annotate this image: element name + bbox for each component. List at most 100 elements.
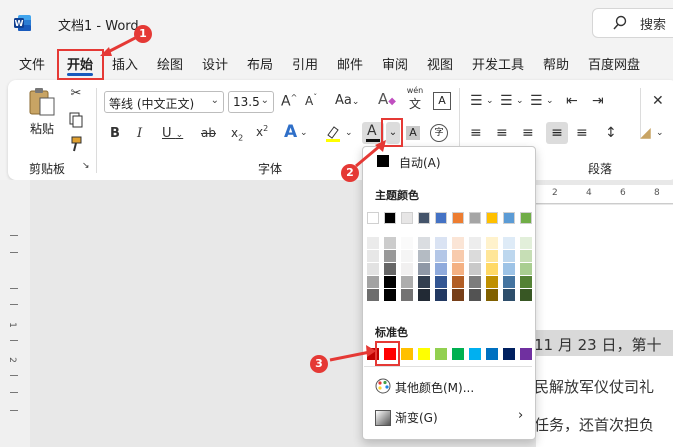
theme-color-swatch[interactable]: [367, 212, 379, 224]
theme-shade-swatch[interactable]: [469, 250, 481, 262]
tab-review[interactable]: 审阅: [382, 54, 408, 73]
theme-shade-swatch[interactable]: [384, 289, 396, 301]
theme-shade-swatch[interactable]: [486, 263, 498, 275]
distributed-icon[interactable]: ≡: [576, 125, 588, 141]
multilevel-list-icon[interactable]: ☰: [530, 93, 543, 109]
char-border-icon[interactable]: A: [433, 92, 451, 110]
theme-shade-swatch[interactable]: [520, 250, 532, 262]
theme-shade-swatch[interactable]: [503, 289, 515, 301]
theme-shade-swatch[interactable]: [503, 263, 515, 275]
standard-color-swatch[interactable]: [418, 348, 430, 360]
auto-color-option[interactable]: 自动(A): [399, 154, 441, 171]
theme-shade-swatch[interactable]: [469, 289, 481, 301]
theme-color-swatch[interactable]: [384, 212, 396, 224]
tab-references[interactable]: 引用: [292, 54, 318, 73]
theme-shade-swatch[interactable]: [401, 237, 413, 249]
theme-shade-swatch[interactable]: [401, 276, 413, 288]
italic-icon[interactable]: I: [137, 126, 142, 141]
theme-shade-swatch[interactable]: [435, 250, 447, 262]
char-shading-icon[interactable]: A: [406, 126, 420, 140]
highlighter-icon[interactable]: [324, 124, 342, 142]
document-page[interactable]: [536, 205, 673, 447]
theme-color-swatch[interactable]: [452, 212, 464, 224]
theme-shade-swatch[interactable]: [401, 250, 413, 262]
theme-shade-swatch[interactable]: [367, 289, 379, 301]
theme-shade-swatch[interactable]: [452, 263, 464, 275]
cut-icon[interactable]: ✂: [68, 86, 84, 101]
theme-shade-swatch[interactable]: [452, 250, 464, 262]
chevron-down-icon[interactable]: ⌄: [656, 128, 664, 138]
chinese-layout-icon[interactable]: ✕: [652, 93, 664, 109]
tab-mailings[interactable]: 邮件: [337, 54, 363, 73]
line-spacing-icon[interactable]: ↕: [605, 125, 617, 141]
standard-color-swatch[interactable]: [503, 348, 515, 360]
paste-icon[interactable]: [26, 86, 58, 118]
theme-shade-swatch[interactable]: [469, 263, 481, 275]
theme-shade-swatch[interactable]: [401, 263, 413, 275]
theme-color-swatch[interactable]: [486, 212, 498, 224]
chevron-down-icon[interactable]: ⌄: [345, 128, 353, 138]
theme-shade-swatch[interactable]: [503, 276, 515, 288]
tab-design[interactable]: 设计: [202, 54, 228, 73]
theme-shade-swatch[interactable]: [503, 237, 515, 249]
shading-icon[interactable]: ◢: [640, 125, 651, 141]
theme-shade-swatch[interactable]: [435, 237, 447, 249]
chevron-down-icon[interactable]: ⌄: [546, 96, 554, 106]
grow-font-icon[interactable]: A^: [281, 93, 297, 110]
enclose-char-icon[interactable]: 字: [430, 124, 448, 142]
numbering-icon[interactable]: ☰: [500, 93, 513, 109]
theme-shade-swatch[interactable]: [401, 289, 413, 301]
standard-color-swatch[interactable]: [435, 348, 447, 360]
align-left-icon[interactable]: ≡: [470, 125, 482, 141]
standard-color-swatch[interactable]: [520, 348, 532, 360]
theme-shade-swatch[interactable]: [418, 276, 430, 288]
theme-shade-swatch[interactable]: [520, 237, 532, 249]
theme-color-swatch[interactable]: [503, 212, 515, 224]
clipboard-launcher-icon[interactable]: ↘: [82, 161, 90, 171]
tab-layout[interactable]: 布局: [247, 54, 273, 73]
theme-shade-swatch[interactable]: [452, 237, 464, 249]
font-size-dropdown[interactable]: 13.5 ⌄: [228, 91, 274, 113]
theme-shade-swatch[interactable]: [384, 276, 396, 288]
theme-shade-swatch[interactable]: [384, 237, 396, 249]
tab-help[interactable]: 帮助: [543, 54, 569, 73]
tab-developer[interactable]: 开发工具: [472, 54, 524, 73]
align-right-icon[interactable]: ≡: [522, 125, 534, 141]
theme-color-swatch[interactable]: [418, 212, 430, 224]
standard-color-swatch[interactable]: [452, 348, 464, 360]
theme-shade-swatch[interactable]: [418, 250, 430, 262]
text-effects-icon[interactable]: A: [284, 122, 297, 142]
subscript-icon[interactable]: x2: [231, 126, 243, 142]
chevron-down-icon[interactable]: ⌄: [486, 96, 494, 106]
theme-shade-swatch[interactable]: [486, 250, 498, 262]
shrink-font-icon[interactable]: Aˇ: [305, 93, 317, 108]
tab-file[interactable]: 文件: [19, 54, 45, 73]
theme-shade-swatch[interactable]: [418, 237, 430, 249]
theme-shade-swatch[interactable]: [418, 263, 430, 275]
standard-color-swatch[interactable]: [469, 348, 481, 360]
theme-color-swatch[interactable]: [401, 212, 413, 224]
justify-icon[interactable]: ≡: [546, 122, 568, 144]
bold-icon[interactable]: B: [110, 126, 120, 141]
theme-shade-swatch[interactable]: [367, 276, 379, 288]
font-name-dropdown[interactable]: 等线 (中文正文) ⌄: [104, 91, 224, 113]
gradient-option[interactable]: 渐变(G): [395, 409, 438, 426]
underline-icon[interactable]: U ⌄: [162, 126, 183, 141]
theme-shade-swatch[interactable]: [469, 237, 481, 249]
theme-shade-swatch[interactable]: [367, 263, 379, 275]
theme-shade-swatch[interactable]: [418, 289, 430, 301]
tab-draw[interactable]: 绘图: [157, 54, 183, 73]
theme-shade-swatch[interactable]: [469, 276, 481, 288]
increase-indent-icon[interactable]: ⇥: [592, 93, 604, 109]
theme-shade-swatch[interactable]: [520, 289, 532, 301]
copy-icon[interactable]: [68, 112, 84, 128]
theme-shade-swatch[interactable]: [367, 250, 379, 262]
bullets-icon[interactable]: ☰: [470, 93, 483, 109]
tab-baidu-netdisk[interactable]: 百度网盘: [588, 54, 640, 73]
theme-shade-swatch[interactable]: [435, 289, 447, 301]
theme-shade-swatch[interactable]: [435, 263, 447, 275]
decrease-indent-icon[interactable]: ⇤: [566, 93, 578, 109]
clear-formatting-icon[interactable]: A◆: [378, 90, 396, 108]
tab-insert[interactable]: 插入: [112, 54, 138, 73]
phonetic-guide-icon[interactable]: wén 文: [404, 86, 426, 112]
